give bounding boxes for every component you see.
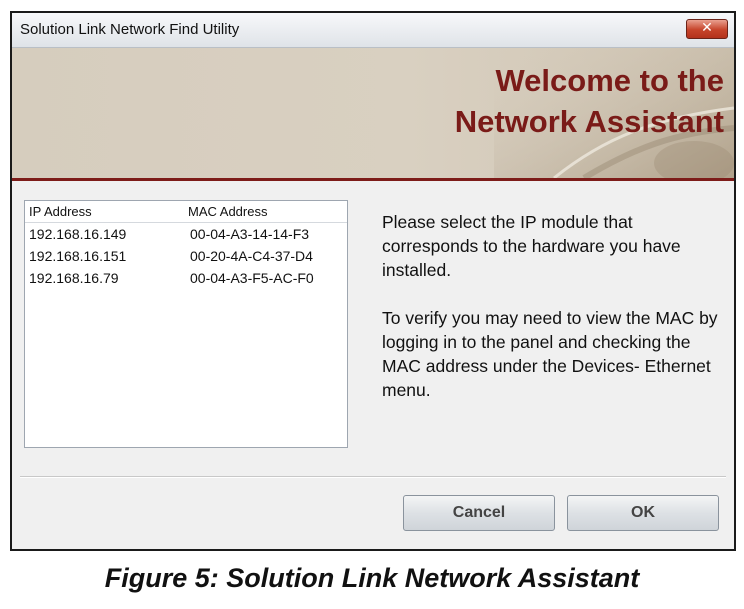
welcome-line-1: Welcome to the bbox=[495, 63, 724, 98]
instructions-paragraph-2: To verify you may need to view the MAC b… bbox=[382, 308, 718, 400]
device-list[interactable]: IP Address MAC Address 192.168.16.149 00… bbox=[24, 200, 348, 448]
device-row[interactable]: 192.168.16.149 00-04-A3-14-14-F3 bbox=[25, 224, 347, 246]
figure-caption: Figure 5: Solution Link Network Assistan… bbox=[104, 563, 640, 593]
device-ip: 192.168.16.151 bbox=[29, 248, 127, 264]
device-mac: 00-20-4A-C4-37-D4 bbox=[190, 248, 313, 264]
welcome-banner: Welcome to the Network Assistant bbox=[12, 48, 734, 178]
title-bar[interactable]: Solution Link Network Find Utility ✕ bbox=[12, 13, 734, 48]
welcome-line-2: Network Assistant bbox=[454, 104, 724, 139]
close-button[interactable]: ✕ bbox=[686, 19, 728, 39]
instructions-text: Please select the IP module that corresp… bbox=[382, 210, 732, 426]
device-row[interactable]: 192.168.16.151 00-20-4A-C4-37-D4 bbox=[25, 246, 347, 268]
welcome-heading: Welcome to the Network Assistant bbox=[455, 60, 724, 142]
window-title: Solution Link Network Find Utility bbox=[20, 21, 240, 38]
device-ip: 192.168.16.149 bbox=[29, 226, 127, 242]
dialog-window: Solution Link Network Find Utility ✕ Wel… bbox=[10, 11, 736, 551]
column-header-mac[interactable]: MAC Address bbox=[188, 204, 267, 219]
device-row[interactable]: 192.168.16.79 00-04-A3-F5-AC-F0 bbox=[25, 268, 347, 290]
device-mac: 00-04-A3-14-14-F3 bbox=[190, 226, 310, 242]
device-ip: 192.168.16.79 bbox=[29, 270, 119, 286]
button-separator bbox=[20, 476, 726, 478]
ok-button[interactable]: OK bbox=[567, 495, 719, 531]
banner-divider bbox=[12, 178, 734, 181]
close-icon: ✕ bbox=[701, 20, 713, 36]
device-mac: 00-04-A3-F5-AC-F0 bbox=[190, 270, 314, 286]
instructions-paragraph-1: Please select the IP module that corresp… bbox=[382, 212, 681, 280]
device-list-header: IP Address MAC Address bbox=[25, 201, 347, 223]
cancel-button[interactable]: Cancel bbox=[403, 495, 555, 531]
column-header-ip[interactable]: IP Address bbox=[29, 204, 92, 219]
